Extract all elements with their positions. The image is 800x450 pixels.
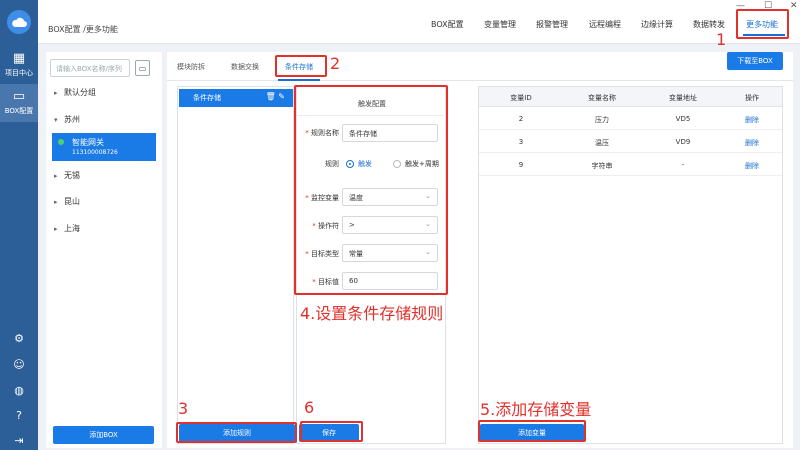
tab-data-exchange[interactable]: 数据交换 (231, 62, 259, 72)
cloud-logo-icon (7, 10, 31, 34)
edit-icon[interactable]: ✎ (278, 92, 285, 101)
annotation-step-2: 2 (330, 54, 341, 73)
cell-var-name: 温压 (595, 139, 609, 147)
annotation-step-5: 5.添加存储变量 (480, 400, 592, 419)
tab-active-underline (278, 79, 320, 81)
annotation-step-6: 6 (304, 398, 315, 417)
rule-list: 条件存储 🗑 ✎ 添加规则 (177, 86, 295, 444)
user-icon[interactable]: ☺ (9, 354, 29, 374)
globe-icon[interactable]: ◍ (9, 380, 29, 400)
annotation-box-conditional-storage (275, 55, 327, 77)
tree-group-kunshan[interactable]: ▸ 昆山 (54, 196, 80, 207)
cell-var-id: 9 (518, 161, 524, 169)
nav-data-forwarding[interactable]: 数据转发 (693, 19, 725, 30)
tree-group-shanghai[interactable]: ▸ 上海 (54, 223, 80, 234)
logout-icon[interactable]: ⇥ (9, 430, 29, 450)
cell-var-address: VD5 (675, 115, 691, 123)
annotation-box-trigger-config (294, 85, 448, 295)
left-rail: ▦ 项目中心 ▭ BOX配置 ⚙ ☺ ◍ ? ⇥ (0, 0, 38, 450)
nav-remote-programming[interactable]: 远程编程 (589, 19, 621, 30)
rule-list-item[interactable]: 条件存储 🗑 ✎ (179, 89, 293, 107)
delete-link[interactable]: 删除 (735, 138, 769, 148)
annotation-step-4: 4.设置条件存储规则 (300, 304, 444, 323)
table-row: 3 温压 VD9 删除 (479, 131, 782, 153)
help-icon[interactable]: ? (9, 405, 29, 425)
chevron-right-icon: ▸ (54, 198, 58, 206)
delete-link[interactable]: 删除 (735, 115, 769, 125)
monitor-icon: ▭ (12, 89, 26, 104)
annotation-box-add-rule (176, 422, 297, 443)
nav-edge-computing[interactable]: 边缘计算 (641, 19, 673, 30)
chevron-right-icon: ▸ (54, 172, 58, 180)
main-panel: 模块防拆 数据交换 条件存储 下载至BOX 条件存储 🗑 ✎ 添加规则 触发配置… (167, 52, 793, 448)
tab-anti-tamper[interactable]: 模块防拆 (177, 62, 205, 72)
nav-alarm-management[interactable]: 报警管理 (536, 19, 568, 30)
table-row: 9 字符串 - 删除 (479, 154, 782, 176)
delete-link[interactable]: 删除 (735, 161, 769, 171)
box-search-input[interactable]: 请输入BOX名称/序列 (50, 59, 130, 77)
cell-var-name: 压力 (595, 116, 609, 124)
download-to-box-button[interactable]: 下载至BOX (727, 52, 783, 70)
annotation-box-more-functions (736, 9, 789, 39)
tree-group-wuxi[interactable]: ▸ 无锡 (54, 170, 80, 181)
tree-group-suzhou[interactable]: ▾ 苏州 (54, 114, 80, 125)
folder-icon[interactable]: ▭ (135, 60, 150, 76)
device-name: 智能网关 (72, 138, 104, 147)
chevron-right-icon: ▸ (54, 225, 58, 233)
header-action: 操作 (745, 94, 759, 102)
gear-icon[interactable]: ⚙ (9, 328, 29, 348)
header-var-id: 变量ID (510, 94, 532, 102)
annotation-step-1: 1 (716, 30, 727, 49)
table-header: 变量ID 变量名称 变量地址 操作 (479, 87, 782, 107)
rule-item-label: 条件存储 (193, 94, 221, 102)
nav-box-config[interactable]: BOX配置 (431, 19, 464, 30)
online-status-dot (58, 139, 64, 145)
cell-var-id: 3 (518, 138, 524, 146)
device-item-smart-gateway[interactable]: 智能网关 113100008726 (52, 133, 156, 161)
annotation-box-save (300, 421, 363, 442)
table-row: 2 压力 VD5 删除 (479, 108, 782, 130)
cell-var-id: 2 (518, 115, 524, 123)
tab-divider (167, 80, 793, 81)
rail-item-box-config[interactable]: ▭ BOX配置 (0, 84, 38, 122)
box-tree-panel: 请输入BOX名称/序列 ▭ ▸ 默认分组 ▾ 苏州 智能网关 11310000872… (46, 52, 162, 448)
header-var-address: 变量地址 (669, 94, 697, 102)
device-serial: 113100008726 (72, 149, 118, 156)
close-icon[interactable]: ✕ (790, 1, 798, 11)
trash-icon[interactable]: 🗑 (266, 92, 276, 101)
chevron-right-icon: ▸ (54, 89, 58, 97)
chevron-down-icon: ▾ (54, 116, 58, 124)
nav-variable-management[interactable]: 变量管理 (484, 19, 516, 30)
grid-icon: ▦ (12, 51, 26, 66)
cell-var-address: VD9 (675, 138, 691, 146)
cell-var-address: - (681, 161, 685, 169)
rail-item-project-center[interactable]: ▦ 项目中心 (0, 46, 38, 84)
tree-group-default[interactable]: ▸ 默认分组 (54, 87, 96, 98)
breadcrumb: BOX配置 /更多功能 (48, 25, 118, 34)
annotation-step-3: 3 (178, 399, 189, 418)
cell-var-name: 字符串 (591, 162, 613, 170)
variable-table: 变量ID 变量名称 变量地址 操作 2 压力 VD5 删除 3 温压 VD9 删… (478, 86, 783, 444)
header-bar: BOX配置 /更多功能 — ☐ ✕ BOX配置 变量管理 报警管理 远程编程 边… (38, 0, 800, 44)
annotation-box-add-variable (478, 420, 586, 442)
header-var-name: 变量名称 (588, 94, 616, 102)
add-box-button[interactable]: 添加BOX (53, 426, 154, 444)
